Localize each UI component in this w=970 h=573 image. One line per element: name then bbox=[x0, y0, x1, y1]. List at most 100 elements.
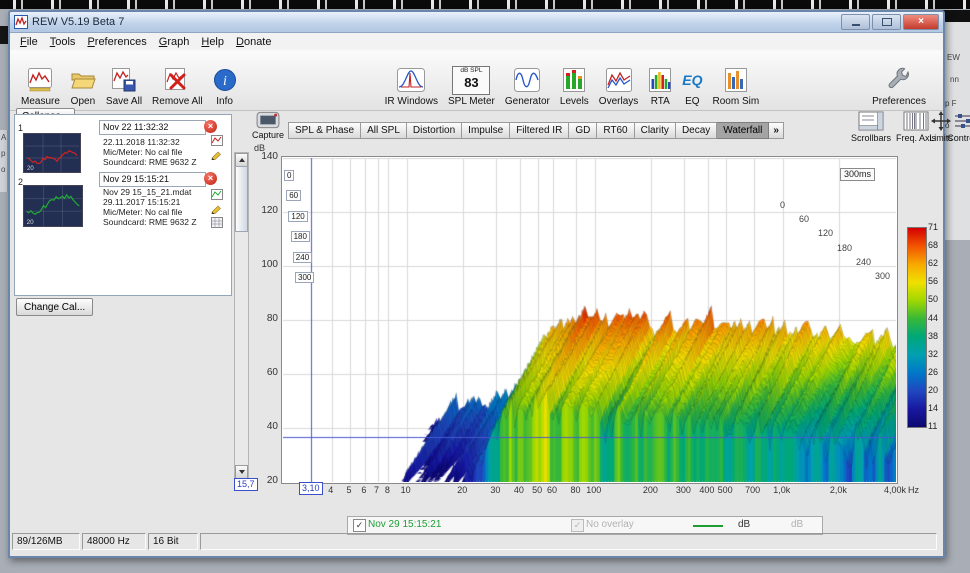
xtick: 50 bbox=[532, 485, 542, 495]
spl-meter-button[interactable]: dB SPL83 SPL Meter bbox=[443, 54, 500, 108]
toolbar-label: Remove All bbox=[152, 96, 203, 107]
trace-icon[interactable] bbox=[211, 189, 223, 200]
toolbar-label: RTA bbox=[651, 96, 670, 107]
scroll-down-button[interactable] bbox=[235, 465, 248, 479]
svg-text:20: 20 bbox=[27, 166, 34, 172]
trace-icon[interactable] bbox=[211, 135, 223, 146]
rew-window: REW V5.19 Beta 7 × File Tools Preference… bbox=[8, 10, 945, 558]
measurement-soundcard: Soundcard: RME 9632 Z bbox=[103, 157, 197, 167]
tab-distortion[interactable]: Distortion bbox=[407, 122, 462, 139]
menu-bar: File Tools Preferences Graph Help Donate bbox=[10, 33, 943, 51]
maximize-button[interactable] bbox=[872, 14, 901, 30]
info-button[interactable]: i Info bbox=[208, 54, 242, 108]
scrollbars-button[interactable]: Scrollbars bbox=[848, 110, 894, 143]
ttick-right: 0 bbox=[780, 200, 785, 210]
tab-gd[interactable]: GD bbox=[569, 122, 597, 139]
waterfall-canvas[interactable] bbox=[283, 158, 896, 482]
rta-button[interactable]: RTA bbox=[643, 54, 677, 108]
room-sim-button[interactable]: Room Sim bbox=[707, 54, 764, 108]
tabs-overflow-button[interactable]: » bbox=[769, 122, 784, 139]
ytick: 120 bbox=[250, 205, 278, 216]
sidebar-scrollbar[interactable] bbox=[234, 152, 249, 480]
tab-clarity[interactable]: Clarity bbox=[635, 122, 676, 139]
save-all-icon bbox=[111, 65, 137, 95]
toolbar-label: Save All bbox=[106, 96, 142, 107]
bg-text: o bbox=[1, 166, 5, 174]
scale-label: 20 bbox=[928, 385, 938, 395]
overlays-button[interactable]: Overlays bbox=[594, 54, 643, 108]
measurement-mic: Mic/Meter: No cal file bbox=[103, 207, 182, 217]
toolbar-label: Generator bbox=[505, 96, 550, 107]
remove-all-button[interactable]: Remove All bbox=[147, 54, 208, 108]
toolbar-label: Levels bbox=[560, 96, 589, 107]
menu-file[interactable]: File bbox=[14, 35, 44, 49]
menu-donate[interactable]: Donate bbox=[230, 35, 277, 49]
toolbar-label: SPL Meter bbox=[448, 96, 495, 107]
edit-pencil-icon[interactable] bbox=[211, 203, 223, 214]
xtick: 30 bbox=[490, 485, 500, 495]
toolbar-label: IR Windows bbox=[385, 96, 438, 107]
scrollbar-thumb[interactable] bbox=[235, 166, 248, 232]
eq-button[interactable]: EQ EQ bbox=[677, 54, 707, 108]
cal-grid-icon[interactable] bbox=[211, 217, 223, 228]
scale-label: 38 bbox=[928, 331, 938, 341]
save-all-button[interactable]: Save All bbox=[101, 54, 147, 108]
spl-meter-unit: dB SPL bbox=[453, 67, 489, 75]
measurement-thumb-1[interactable]: 20 bbox=[23, 185, 83, 227]
tab-waterfall[interactable]: Waterfall bbox=[717, 122, 769, 139]
toolbar: Measure Open Save All Remove All i Info bbox=[10, 50, 943, 111]
graph-tabs: SPL & Phase All SPL Distortion Impulse F… bbox=[288, 122, 784, 139]
ttick-right: 120 bbox=[818, 228, 833, 238]
minimize-button[interactable] bbox=[841, 14, 870, 30]
bg-text: A bbox=[1, 134, 6, 142]
trace-checkbox[interactable]: ✓ bbox=[353, 519, 366, 532]
cursor-freq-readout: 3,10 bbox=[299, 482, 323, 495]
remove-measurement-button[interactable]: × bbox=[204, 172, 217, 185]
xunit: Hz bbox=[908, 485, 919, 495]
tab-decay[interactable]: Decay bbox=[676, 122, 717, 139]
open-button[interactable]: Open bbox=[65, 54, 101, 108]
measurement-title[interactable]: Nov 29 15:15:21 bbox=[99, 172, 206, 187]
menu-preferences[interactable]: Preferences bbox=[81, 35, 152, 49]
overlay-unit: dB bbox=[791, 519, 803, 530]
desktop: { "desktop": { "fragments_right": ["EW",… bbox=[0, 0, 970, 573]
scale-label: 14 bbox=[928, 403, 938, 413]
waterfall-plot bbox=[281, 156, 898, 484]
tab-all-spl[interactable]: All SPL bbox=[361, 122, 407, 139]
generator-icon bbox=[513, 65, 541, 95]
remove-measurement-button[interactable]: × bbox=[204, 120, 217, 133]
wrench-icon bbox=[886, 65, 912, 95]
xtick: 4,00k bbox=[884, 485, 906, 495]
menu-tools[interactable]: Tools bbox=[44, 35, 82, 49]
tab-rt60[interactable]: RT60 bbox=[597, 122, 634, 139]
measurement-datetime: 22.11.2018 11:32:32 bbox=[103, 137, 180, 147]
scroll-up-button[interactable] bbox=[235, 153, 248, 167]
menu-graph[interactable]: Graph bbox=[153, 35, 196, 49]
measure-button[interactable]: Measure bbox=[16, 54, 65, 108]
close-button[interactable]: × bbox=[903, 14, 939, 30]
overlays-icon bbox=[605, 65, 633, 95]
tab-filtered-ir[interactable]: Filtered IR bbox=[510, 122, 569, 139]
ttick-left: 240 bbox=[293, 252, 312, 263]
menu-help[interactable]: Help bbox=[195, 35, 230, 49]
ir-windows-button[interactable]: IR Windows bbox=[380, 54, 443, 108]
edit-pencil-icon[interactable] bbox=[211, 149, 223, 160]
bg-text: p bbox=[1, 150, 5, 158]
controls-button[interactable]: Controls bbox=[947, 110, 970, 143]
overlay-checkbox[interactable]: ✓ bbox=[571, 519, 584, 532]
measurement-soundcard: Soundcard: RME 9632 Z bbox=[103, 217, 197, 227]
preferences-button[interactable]: Preferences bbox=[867, 54, 931, 108]
toolbar-label: Measure bbox=[21, 96, 60, 107]
tab-impulse[interactable]: Impulse bbox=[462, 122, 510, 139]
overlay-name: No overlay bbox=[586, 519, 634, 530]
measurement-title[interactable]: Nov 22 11:32:32 bbox=[99, 120, 206, 135]
tab-spl-phase[interactable]: SPL & Phase bbox=[288, 122, 361, 139]
generator-button[interactable]: Generator bbox=[500, 54, 555, 108]
background-window-fragment: A p o bbox=[0, 130, 8, 192]
levels-button[interactable]: Levels bbox=[555, 54, 594, 108]
measurement-thumb-0[interactable]: 20 bbox=[23, 133, 81, 173]
background-window-fragment bbox=[0, 26, 8, 44]
ytick: 60 bbox=[250, 367, 278, 378]
title-bar[interactable]: REW V5.19 Beta 7 × bbox=[10, 12, 943, 33]
change-cal-button[interactable]: Change Cal... bbox=[16, 298, 93, 316]
